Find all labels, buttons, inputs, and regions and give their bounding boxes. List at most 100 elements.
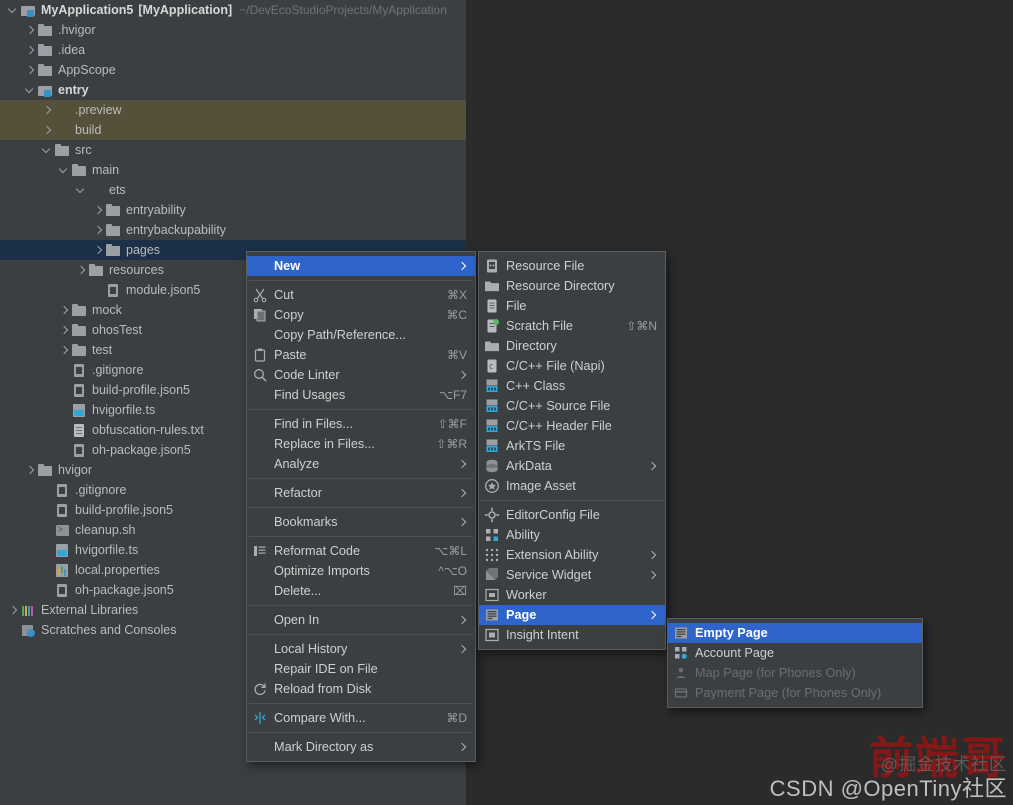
menu-item[interactable]: ArkTS File (479, 436, 665, 456)
chevron-right-icon[interactable] (93, 225, 104, 236)
menu-item[interactable]: Find Usages ⌥F7 (247, 385, 475, 405)
menu-item-label: Directory (506, 339, 557, 353)
menu-item[interactable]: Replace in Files... ⇧⌘R (247, 434, 475, 454)
menu-item[interactable]: Extension Ability (479, 545, 665, 565)
folder-icon (72, 323, 87, 338)
tree-row[interactable]: AppScope (0, 60, 466, 80)
menu-item[interactable]: Repair IDE on File (247, 659, 475, 679)
menu-item[interactable]: Cut ⌘X (247, 285, 475, 305)
chevron-down-icon[interactable] (8, 5, 19, 16)
menu-item-icon-placeholder (252, 612, 268, 628)
menu-item[interactable]: Insight Intent (479, 625, 665, 645)
tree-row[interactable]: MyApplication5 [MyApplication] ~/DevEcoStu… (0, 0, 466, 20)
menu-item[interactable]: File (479, 296, 665, 316)
chevron-right-icon (458, 612, 467, 628)
menu-item[interactable]: Worker (479, 585, 665, 605)
chevron-right-icon[interactable] (42, 125, 53, 136)
menu-item[interactable]: Bookmarks (247, 512, 475, 532)
menu-item-shortcut: ⌥F7 (439, 388, 467, 402)
tree-row[interactable]: entryability (0, 200, 466, 220)
menu-item[interactable]: C++ Class (479, 376, 665, 396)
menu-item[interactable]: Page (479, 605, 665, 625)
menu-item[interactable]: Directory (479, 336, 665, 356)
chevron-right-icon[interactable] (25, 65, 36, 76)
chevron-right-icon[interactable] (8, 605, 19, 616)
menu-item[interactable]: Mark Directory as (247, 737, 475, 757)
tree-item-path: ~/DevEcoStudioProjects/MyApplication (239, 3, 447, 17)
menu-item[interactable]: New (247, 256, 475, 276)
tree-row[interactable]: .idea (0, 40, 466, 60)
tree-item-label: cleanup.sh (75, 523, 136, 537)
menu-item[interactable]: Analyze (247, 454, 475, 474)
chevron-down-icon[interactable] (25, 85, 36, 96)
chevron-right-icon[interactable] (59, 305, 70, 316)
menu-item[interactable]: Copy Path/Reference... (247, 325, 475, 345)
chevron-right-icon[interactable] (42, 105, 53, 116)
chevron-down-icon[interactable] (59, 165, 70, 176)
tree-row[interactable]: entrybackupability (0, 220, 466, 240)
menu-item-label: Delete... (274, 584, 322, 598)
menu-item-label: New (274, 259, 301, 273)
chevron-right-icon[interactable] (25, 45, 36, 56)
chevron-down-icon[interactable] (76, 185, 87, 196)
chevron-right-icon[interactable] (59, 325, 70, 336)
menu-item[interactable]: Account Page (668, 643, 922, 663)
tree-row[interactable]: src (0, 140, 466, 160)
chevron-right-icon[interactable] (93, 205, 104, 216)
scratch-file-icon (484, 318, 500, 334)
menu-item[interactable]: Local History (247, 639, 475, 659)
menu-item[interactable]: Empty Page (668, 623, 922, 643)
menu-item[interactable]: Resource Directory (479, 276, 665, 296)
chevron-right-icon[interactable] (93, 245, 104, 256)
menu-item[interactable]: EditorConfig File (479, 505, 665, 525)
menu-item[interactable]: Image Asset (479, 476, 665, 496)
menu-item-label: Account Page (695, 646, 774, 660)
menu-item[interactable]: Code Linter (247, 365, 475, 385)
menu-item[interactable]: Copy ⌘C (247, 305, 475, 325)
menu-separator (481, 500, 663, 501)
menu-item[interactable]: Refactor (247, 483, 475, 503)
chevron-right-icon[interactable] (59, 345, 70, 356)
tree-row[interactable]: entry (0, 80, 466, 100)
tree-row[interactable]: build (0, 120, 466, 140)
menu-item[interactable]: Delete... ⌧ (247, 581, 475, 601)
menu-item[interactable]: C/C++ Source File (479, 396, 665, 416)
menu-item[interactable]: Open In (247, 610, 475, 630)
context-menu[interactable]: New Cut ⌘X Copy ⌘C Copy Path/Reference... Past… (246, 251, 476, 762)
menu-item-label: Reload from Disk (274, 682, 372, 696)
menu-item[interactable]: Scratch File ⇧⌘N (479, 316, 665, 336)
tree-row[interactable]: ets (0, 180, 466, 200)
menu-item-label: Mark Directory as (274, 740, 374, 754)
menu-item[interactable]: Paste ⌘V (247, 345, 475, 365)
chevron-right-icon[interactable] (25, 25, 36, 36)
menu-item[interactable]: C C/C++ File (Napi) (479, 356, 665, 376)
menu-item[interactable]: Optimize Imports ^⌥O (247, 561, 475, 581)
menu-item[interactable]: C/C++ Header File (479, 416, 665, 436)
tree-row[interactable]: main (0, 160, 466, 180)
menu-item-shortcut: ⌘V (446, 348, 467, 362)
tree-item-label: External Libraries (41, 603, 139, 617)
tree-row[interactable]: .preview (0, 100, 466, 120)
chevron-down-icon[interactable] (42, 145, 53, 156)
menu-item[interactable]: Find in Files... ⇧⌘F (247, 414, 475, 434)
tree-row[interactable]: .hvigor (0, 20, 466, 40)
json-icon (72, 443, 87, 458)
menu-item[interactable]: Service Widget (479, 565, 665, 585)
menu-item[interactable]: Compare With... ⌘D (247, 708, 475, 728)
new-submenu[interactable]: Resource File Resource Directory File Scrat… (478, 251, 666, 650)
folder-icon (72, 303, 87, 318)
menu-item[interactable]: Reformat Code ⌥⌘L (247, 541, 475, 561)
page-submenu[interactable]: Empty Page Account Page Map Page (for Phon… (667, 618, 923, 708)
tree-item-label: obfuscation-rules.txt (92, 423, 204, 437)
menu-item[interactable]: ArkData (479, 456, 665, 476)
menu-item[interactable]: Resource File (479, 256, 665, 276)
chevron-right-icon (458, 258, 467, 274)
menu-item-label: Analyze (274, 457, 320, 471)
watermark-source: CSDN @OpenTiny社区 (769, 776, 1007, 801)
tree-item-label: hvigorfile.ts (92, 403, 156, 417)
menu-item[interactable]: Reload from Disk (247, 679, 475, 699)
menu-item[interactable]: Ability (479, 525, 665, 545)
chevron-right-icon[interactable] (25, 465, 36, 476)
chevron-right-icon[interactable] (76, 265, 87, 276)
